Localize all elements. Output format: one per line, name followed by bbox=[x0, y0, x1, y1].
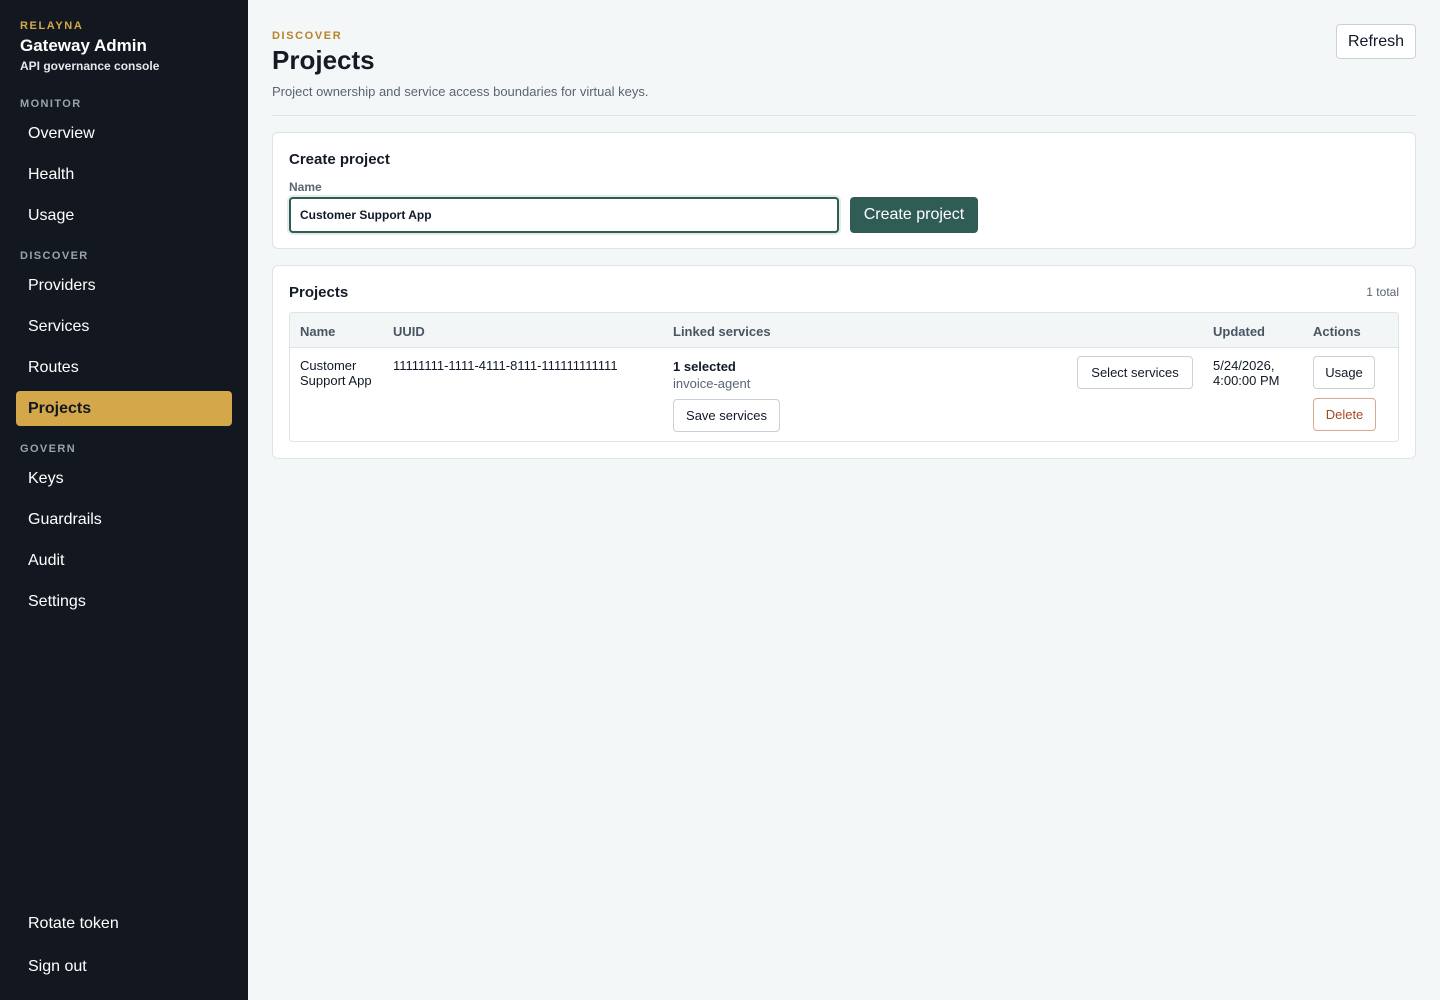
rotate-token-button[interactable]: Rotate token bbox=[28, 915, 119, 933]
column-header-actions: Actions bbox=[1313, 324, 1361, 339]
column-header-name: Name bbox=[300, 324, 336, 339]
name-field-label: Name bbox=[289, 180, 322, 194]
project-name-input[interactable] bbox=[289, 197, 839, 233]
brand-title: Gateway Admin bbox=[20, 36, 147, 55]
page-kicker: DISCOVER bbox=[272, 30, 343, 42]
project-name-cell: Customer Support App bbox=[300, 358, 372, 388]
sidebar-item-audit[interactable]: Audit bbox=[16, 543, 232, 578]
nav-section-monitor: MONITOR bbox=[20, 98, 82, 110]
projects-table: Name UUID Linked services Updated Action… bbox=[289, 312, 1399, 442]
brand: RELAYNA Gateway Admin API governance con… bbox=[20, 20, 159, 73]
sidebar-item-services[interactable]: Services bbox=[16, 309, 232, 344]
sidebar-item-overview[interactable]: Overview bbox=[16, 116, 232, 151]
nav-section-discover: DISCOVER bbox=[20, 250, 89, 262]
select-services-button[interactable]: Select services bbox=[1077, 356, 1193, 389]
column-header-updated: Updated bbox=[1213, 324, 1265, 339]
sign-out-button[interactable]: Sign out bbox=[28, 958, 87, 976]
brand-subtitle: API governance console bbox=[20, 59, 160, 73]
delete-button[interactable]: Delete bbox=[1313, 398, 1376, 431]
brand-kicker: RELAYNA bbox=[20, 20, 84, 32]
sidebar-item-guardrails[interactable]: Guardrails bbox=[16, 502, 232, 537]
sidebar-item-routes[interactable]: Routes bbox=[16, 350, 232, 385]
sidebar-item-usage[interactable]: Usage bbox=[16, 198, 232, 233]
sidebar-item-projects[interactable]: Projects bbox=[16, 391, 232, 426]
sidebar-item-keys[interactable]: Keys bbox=[16, 461, 232, 496]
project-uuid-cell: 11111111-1111-4111-8111-111111111111 bbox=[393, 358, 618, 373]
linked-services-count: 1 selected bbox=[673, 359, 736, 374]
sidebar: RELAYNA Gateway Admin API governance con… bbox=[0, 0, 248, 1000]
linked-service-name: invoice-agent bbox=[673, 376, 751, 391]
projects-total-count: 1 total bbox=[1366, 285, 1399, 299]
refresh-button[interactable]: Refresh bbox=[1336, 24, 1416, 59]
projects-card: Projects 1 total Name UUID Linked servic… bbox=[272, 265, 1416, 459]
nav-section-govern: GOVERN bbox=[20, 443, 77, 455]
sidebar-item-providers[interactable]: Providers bbox=[16, 268, 232, 303]
column-header-uuid: UUID bbox=[393, 324, 425, 339]
header-divider bbox=[272, 115, 1416, 116]
save-services-button[interactable]: Save services bbox=[673, 399, 780, 432]
create-project-button[interactable]: Create project bbox=[850, 197, 978, 233]
create-project-title: Create project bbox=[289, 151, 390, 168]
table-header: Name UUID Linked services Updated Action… bbox=[290, 313, 1398, 348]
create-project-card: Create project Name Create project bbox=[272, 132, 1416, 249]
sidebar-item-settings[interactable]: Settings bbox=[16, 584, 232, 619]
page-title: Projects bbox=[272, 45, 375, 75]
usage-button[interactable]: Usage bbox=[1313, 356, 1375, 389]
sidebar-item-health[interactable]: Health bbox=[16, 157, 232, 192]
column-header-linked-services: Linked services bbox=[673, 324, 771, 339]
projects-list-title: Projects bbox=[289, 284, 349, 301]
project-updated-cell: 5/24/2026, 4:00:00 PM bbox=[1213, 358, 1280, 388]
page-description: Project ownership and service access bou… bbox=[272, 84, 649, 99]
